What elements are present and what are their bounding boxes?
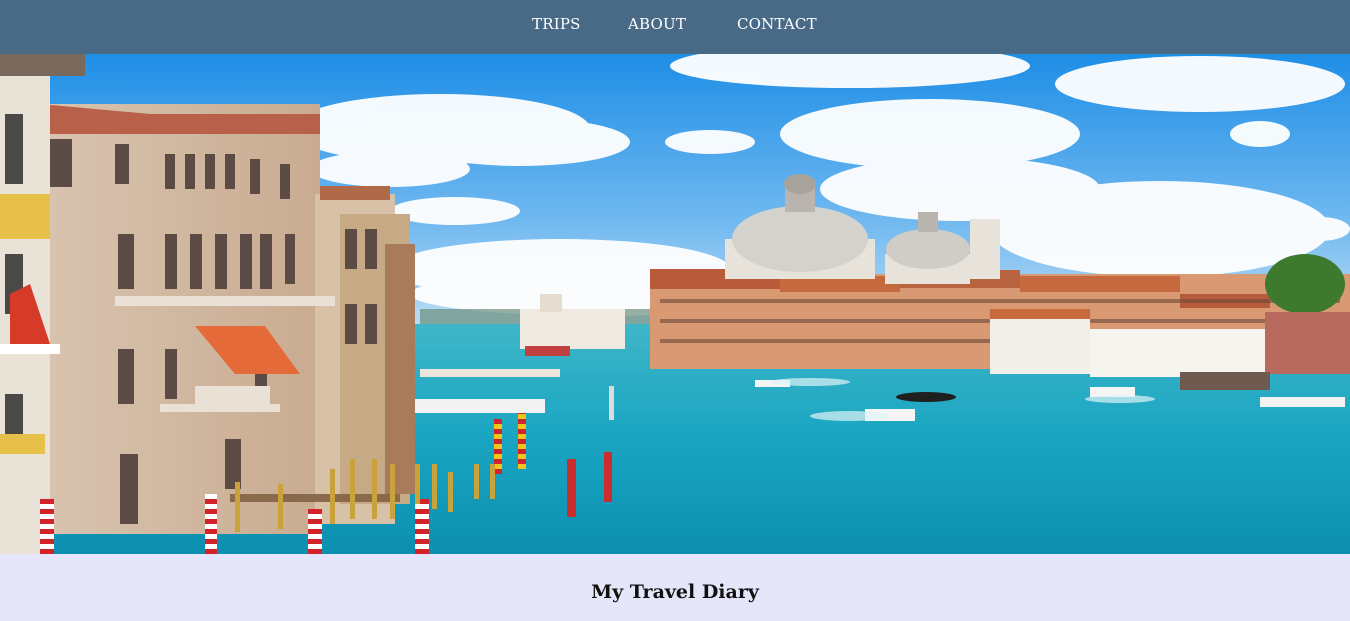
hero-image	[0, 54, 1350, 554]
page-title: My Travel Diary	[591, 581, 759, 603]
nav-link-trips[interactable]: TRIPS	[532, 15, 581, 33]
nav-link-contact[interactable]: CONTACT	[737, 15, 817, 33]
venice-canal-illustration	[0, 54, 1350, 554]
top-navbar: TRIPS ABOUT CONTACT	[0, 0, 1350, 54]
nav-link-about[interactable]: ABOUT	[628, 15, 686, 33]
